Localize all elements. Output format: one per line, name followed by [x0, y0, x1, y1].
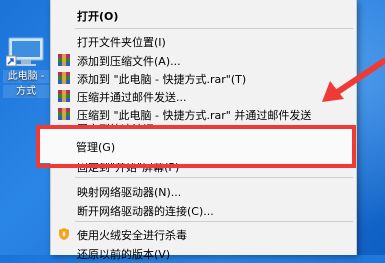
shortcut-label-line1: 此电脑 -	[3, 70, 49, 83]
menu-item-label: 映射网络驱动器(N)...	[77, 186, 182, 199]
menu-item-label: 还原以前的版本(V)	[77, 248, 171, 261]
winrar-icon	[57, 71, 71, 85]
menu-item-label: 打开(O)	[77, 10, 119, 23]
winrar-icon	[57, 53, 71, 67]
menu-item-label: 打开文件夹位置(I)	[77, 36, 166, 49]
annotation-highlight-box	[36, 125, 356, 168]
menu-item-map-network-drive[interactable]: 映射网络驱动器(N)...	[51, 181, 356, 201]
shortcut-label-line2: 方式	[3, 85, 49, 98]
huorong-shield-icon	[57, 227, 71, 241]
menu-separator	[75, 28, 353, 29]
annotation-arrow-icon	[322, 58, 385, 102]
menu-item-label: 使用火绒安全进行杀毒	[77, 229, 187, 242]
winrar-icon	[57, 107, 71, 121]
menu-item-label: 断开网络驱动器的连接(C)...	[77, 205, 214, 218]
desktop-shortcut-this-pc[interactable]: 此电脑 - 方式	[3, 36, 49, 98]
menu-item-open-folder-location[interactable]: 打开文件夹位置(I)	[51, 31, 356, 51]
menu-item-label: 添加到压缩文件(A)...	[77, 55, 181, 68]
menu-item-restore-previous-versions[interactable]: 还原以前的版本(V)	[51, 243, 356, 263]
computer-icon	[5, 36, 46, 68]
menu-item-open[interactable]: 打开(O)	[51, 5, 356, 25]
winrar-icon	[57, 89, 71, 103]
menu-item-label: 添加到 "此电脑 - 快捷方式.rar"(T)	[77, 73, 247, 86]
menu-item-compress-and-email[interactable]: 压缩并通过邮件发送...	[51, 86, 356, 106]
menu-separator	[75, 177, 353, 178]
menu-item-label: 压缩并通过邮件发送...	[77, 91, 187, 104]
menu-separator	[75, 221, 353, 222]
menu-item-disconnect-network-drive[interactable]: 断开网络驱动器的连接(C)...	[51, 200, 356, 220]
menu-item-add-to-archive[interactable]: 添加到压缩文件(A)...	[51, 50, 356, 70]
menu-item-huorong-scan[interactable]: 使用火绒安全进行杀毒	[51, 224, 356, 244]
menu-item-add-to-rar[interactable]: 添加到 "此电脑 - 快捷方式.rar"(T)	[51, 68, 356, 88]
